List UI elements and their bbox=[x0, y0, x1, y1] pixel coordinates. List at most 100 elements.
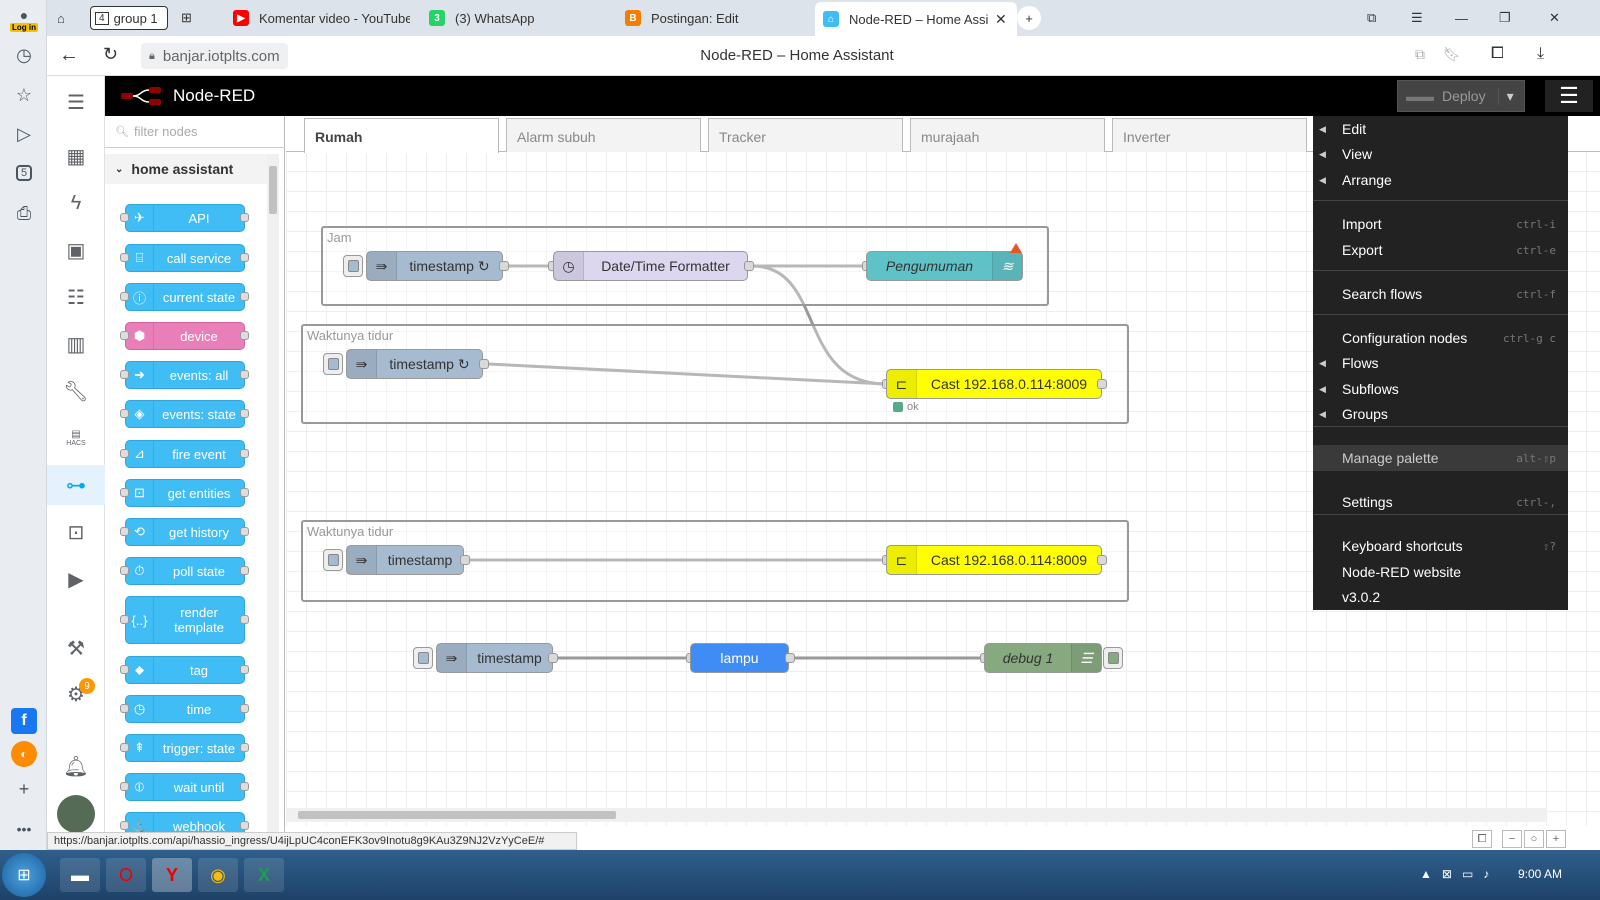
main-menu-button[interactable]: ☰ bbox=[1545, 80, 1593, 112]
music-app-icon[interactable]: ◐ bbox=[11, 741, 37, 767]
palette-node-get-history[interactable]: ⟲ get history bbox=[125, 518, 245, 546]
output-port[interactable] bbox=[785, 653, 795, 663]
close-tab-icon[interactable]: ✕ bbox=[995, 11, 1007, 28]
menu-item-settings[interactable]: Settings ctrl-, bbox=[1313, 489, 1568, 515]
palette-node-events-all[interactable]: ➜ events: all bbox=[125, 361, 245, 389]
logbook-icon[interactable]: ☷ bbox=[47, 277, 105, 317]
ha-menu-icon[interactable]: ☰ bbox=[47, 82, 105, 122]
facebook-icon[interactable]: f bbox=[11, 708, 37, 734]
palette-node-poll-state[interactable]: ⏱ poll state bbox=[125, 557, 245, 585]
start-button[interactable]: ⊞ bbox=[2, 853, 46, 897]
developer-tools-icon[interactable]: ⚒ bbox=[47, 628, 105, 668]
settings-icon[interactable]: ⚙ 9 bbox=[47, 674, 105, 714]
volume-icon[interactable]: ♪ bbox=[1483, 867, 1489, 881]
output-port[interactable] bbox=[499, 261, 509, 271]
palette-category-header[interactable]: ⌄ home assistant bbox=[105, 154, 267, 184]
tab-node-red[interactable]: ⌂ Node-RED – Home Assis ✕ bbox=[815, 2, 1017, 36]
tab-group-1[interactable]: 4 group 1 bbox=[90, 6, 168, 30]
node-timestamp-2[interactable]: ⇛ timestamp ↻ bbox=[346, 349, 483, 379]
node-datetime-formatter[interactable]: ◷ Date/Time Formatter bbox=[553, 251, 748, 281]
tab-collections-icon[interactable]: ⊞ bbox=[173, 4, 203, 32]
menu-item-node-red-website[interactable]: Node-RED website bbox=[1313, 559, 1568, 585]
palette-node-render-template[interactable]: {..} render template bbox=[125, 596, 245, 644]
avatar[interactable] bbox=[47, 794, 105, 834]
network-icon[interactable]: ⊠ bbox=[1442, 867, 1452, 881]
zoom-in-icon[interactable]: + bbox=[1546, 830, 1566, 848]
palette-node-trigger-state[interactable]: ⇞ trigger: state bbox=[125, 734, 245, 762]
inject-button[interactable] bbox=[323, 353, 343, 375]
screenshot-icon[interactable]: ⎙ bbox=[9, 198, 39, 228]
new-tab-button[interactable]: + bbox=[1017, 6, 1041, 30]
back-icon[interactable]: ← bbox=[59, 44, 79, 67]
add-panel-icon[interactable]: + bbox=[9, 774, 39, 804]
energy-icon[interactable]: ϟ bbox=[47, 183, 105, 223]
tab-tracker[interactable]: Tracker bbox=[708, 118, 903, 152]
tab-murajaah[interactable]: murajaah bbox=[910, 118, 1105, 152]
horizontal-scrollbar[interactable] bbox=[286, 808, 1546, 822]
reload-icon[interactable]: ↻ bbox=[103, 44, 118, 65]
overview-icon[interactable]: ▦ bbox=[47, 136, 105, 176]
map-icon[interactable]: ▣ bbox=[47, 230, 105, 270]
menu-item-edit[interactable]: ◀ Edit bbox=[1313, 116, 1568, 142]
menu-item-view[interactable]: ◀ View bbox=[1313, 141, 1568, 167]
menu-icon[interactable]: ☰ bbox=[1403, 4, 1433, 32]
menu-item-search-flows[interactable]: Search flows ctrl-f bbox=[1313, 281, 1568, 307]
palette-node-events-state[interactable]: ◈ events: state bbox=[125, 400, 245, 428]
close-window-icon[interactable]: ✕ bbox=[1541, 4, 1571, 32]
palette-node-api[interactable]: ✈ API bbox=[125, 204, 245, 232]
opera-icon[interactable]: O bbox=[106, 858, 146, 892]
menu-item-subflows[interactable]: ◀ Subflows bbox=[1313, 376, 1568, 402]
notifications-icon[interactable]: 🔔︎ bbox=[47, 746, 105, 786]
bookmarks-icon[interactable]: ☆ bbox=[9, 80, 39, 110]
side-panel-icon[interactable]: 5 bbox=[9, 158, 39, 188]
palette-filter[interactable]: 🔍︎ filter nodes bbox=[105, 116, 285, 148]
inject-button[interactable] bbox=[323, 549, 343, 571]
deploy-button[interactable]: ▬▬ Deploy ▾ bbox=[1397, 80, 1525, 112]
node-red-icon[interactable]: ⊶ bbox=[47, 465, 105, 505]
tools-icon[interactable]: 🔧︎ bbox=[47, 371, 105, 411]
deploy-dropdown-icon[interactable]: ▾ bbox=[1497, 87, 1514, 105]
node-timestamp-1[interactable]: ⇛ timestamp ↻ bbox=[366, 251, 503, 281]
menu-item-import[interactable]: Import ctrl-i bbox=[1313, 211, 1568, 237]
node-debug-1[interactable]: debug 1 ☰ bbox=[984, 643, 1102, 673]
tab-rumah[interactable]: Rumah bbox=[304, 118, 499, 153]
menu-item-groups[interactable]: ◀ Groups bbox=[1313, 401, 1568, 427]
minimize-icon[interactable]: — bbox=[1447, 4, 1477, 32]
debug-toggle-button[interactable] bbox=[1103, 647, 1123, 669]
node-pengumuman[interactable]: Pengumuman ≋ bbox=[866, 251, 1023, 281]
menu-item-configuration-nodes[interactable]: Configuration nodes ctrl-g c bbox=[1313, 325, 1568, 351]
terminal-icon[interactable]: ⊡ bbox=[47, 512, 105, 552]
clock[interactable]: 9:00 AM bbox=[1518, 867, 1562, 881]
output-port[interactable] bbox=[460, 555, 470, 565]
hacs-icon[interactable]: ▤ HACS bbox=[47, 418, 105, 458]
output-port[interactable] bbox=[548, 653, 558, 663]
palette-node-current-state[interactable]: ⓘ current state bbox=[125, 283, 245, 311]
tab-inverter[interactable]: Inverter bbox=[1112, 118, 1307, 152]
maximize-icon[interactable]: ❐ bbox=[1491, 4, 1521, 32]
zoom-reset-icon[interactable]: ○ bbox=[1524, 830, 1544, 848]
node-timestamp-4[interactable]: ⇛ timestamp bbox=[436, 643, 553, 673]
menu-item-manage-palette[interactable]: Manage palette alt-⇧p bbox=[1313, 445, 1568, 471]
palette-node-get-entities[interactable]: ⊡ get entities bbox=[125, 479, 245, 507]
node-cast-2[interactable]: ⊏ Cast 192.168.0.114:8009 bbox=[886, 545, 1102, 575]
inject-button[interactable] bbox=[413, 647, 433, 669]
tab-whatsapp[interactable]: 3 (3) WhatsApp bbox=[421, 4, 606, 32]
output-port[interactable] bbox=[1097, 555, 1107, 565]
menu-item-export[interactable]: Export ctrl-e bbox=[1313, 237, 1568, 263]
chrome-icon[interactable]: ◉ bbox=[198, 858, 238, 892]
download-icon[interactable]: ⤓ bbox=[1537, 45, 1544, 63]
menu-item-keyboard-shortcuts[interactable]: Keyboard shortcuts ⇧? bbox=[1313, 533, 1568, 559]
node-lampu[interactable]: lampu bbox=[690, 643, 789, 673]
output-port[interactable] bbox=[479, 359, 489, 369]
tab-alarm-subuh[interactable]: Alarm subuh bbox=[506, 118, 701, 152]
tab-actions-icon[interactable]: ⧉ bbox=[1359, 4, 1389, 32]
output-port[interactable] bbox=[744, 261, 754, 271]
tab-blogger[interactable]: B Postingan: Edit bbox=[617, 4, 802, 32]
zoom-out-icon[interactable]: − bbox=[1502, 830, 1522, 848]
palette-node-tag[interactable]: ⬥ tag bbox=[125, 656, 245, 684]
login-button[interactable]: ● Log in bbox=[9, 4, 39, 34]
tray-arrow-icon[interactable]: ▲ bbox=[1420, 867, 1432, 881]
menu-item-arrange[interactable]: ◀ Arrange bbox=[1313, 167, 1568, 193]
node-timestamp-3[interactable]: ⇛ timestamp bbox=[346, 545, 464, 575]
node-cast-1[interactable]: ⊏ Cast 192.168.0.114:8009 bbox=[886, 369, 1102, 399]
